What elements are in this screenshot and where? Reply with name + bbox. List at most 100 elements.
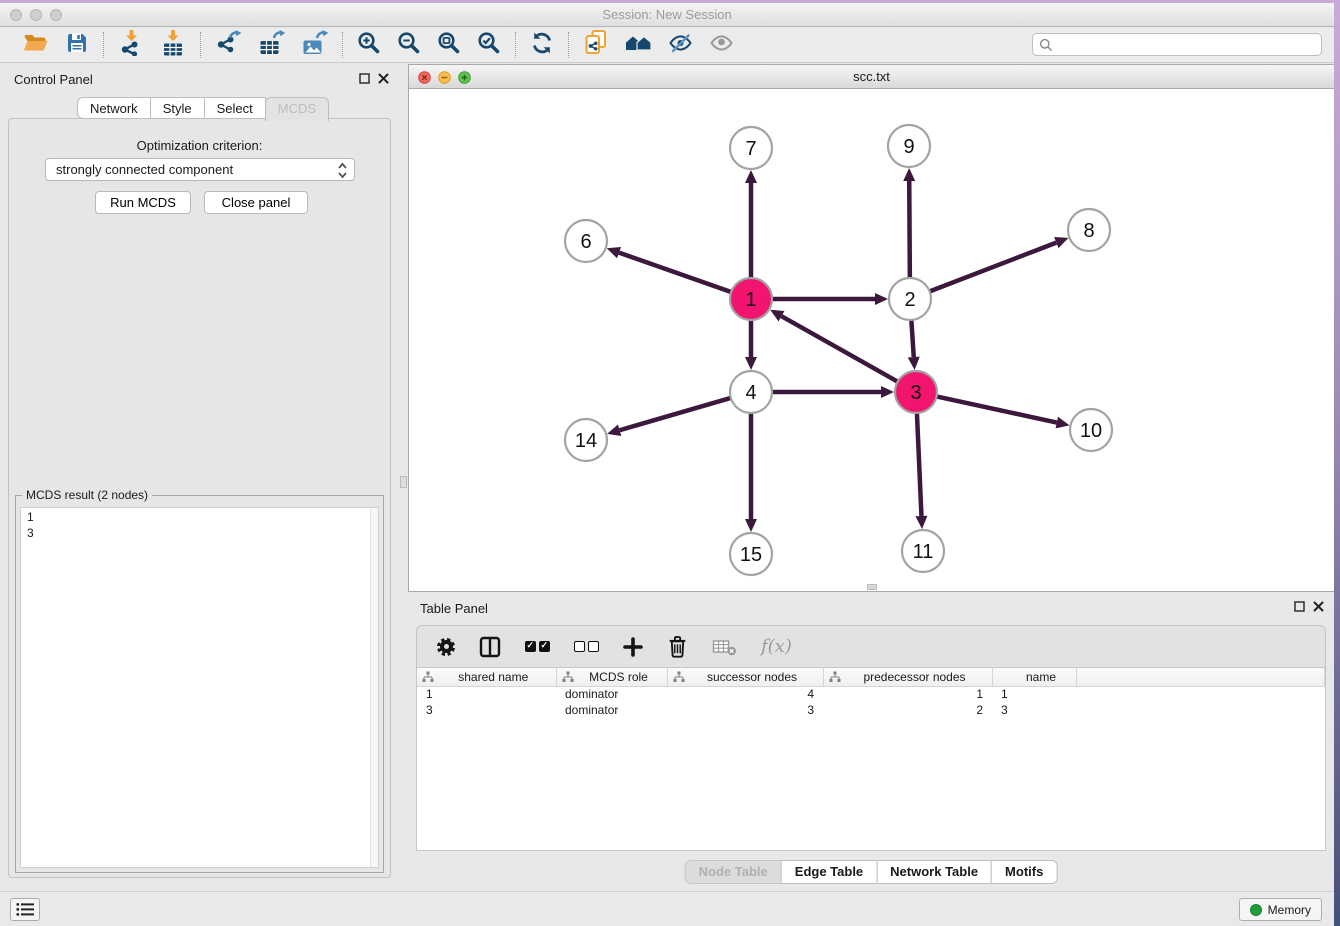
splitter-handle[interactable] — [400, 476, 407, 488]
close-window-button[interactable] — [10, 9, 22, 21]
graph-node-6[interactable]: 6 — [565, 220, 607, 262]
close-table-panel-icon[interactable] — [1313, 601, 1324, 612]
cell[interactable]: 1 — [823, 686, 992, 702]
deselect-all-button[interactable] — [574, 641, 599, 652]
graph-edge-3-11[interactable] — [917, 410, 922, 516]
graph-node-2[interactable]: 2 — [889, 278, 931, 320]
export-image-button[interactable] — [301, 30, 328, 61]
graph-node-11[interactable]: 11 — [902, 530, 944, 572]
tab-motifs[interactable]: Motifs — [991, 860, 1057, 884]
column-header-name[interactable]: name — [992, 668, 1076, 686]
search-input[interactable] — [1032, 33, 1322, 56]
optimization-criterion-select[interactable]: strongly connected component — [45, 158, 355, 181]
save-session-button[interactable] — [65, 31, 89, 60]
function-builder-button[interactable]: f(x) — [761, 636, 792, 657]
cell[interactable]: 3 — [417, 702, 556, 718]
graph-edge-2-8[interactable] — [927, 243, 1057, 293]
add-row-button[interactable] — [623, 637, 643, 657]
memory-button[interactable]: Memory — [1239, 898, 1322, 921]
export-image-icon — [301, 30, 328, 61]
canvas-resize-handle[interactable] — [867, 584, 877, 590]
column-header-mcds-role[interactable]: MCDS role — [556, 668, 667, 686]
graph-edge-1-6[interactable] — [619, 253, 734, 293]
minimize-network-button[interactable] — [438, 71, 451, 84]
close-panel-icon[interactable] — [378, 73, 389, 84]
first-neighbors-button[interactable] — [625, 31, 652, 60]
column-header-shared-name[interactable]: shared name — [417, 668, 556, 686]
export-network-button[interactable] — [215, 30, 242, 61]
zoom-selected-icon — [477, 31, 501, 60]
list-icon — [16, 902, 35, 917]
tab-select[interactable]: Select — [204, 97, 266, 119]
float-table-panel-icon[interactable] — [1294, 601, 1305, 612]
tab-style[interactable]: Style — [150, 97, 205, 119]
optimization-criterion-label: Optimization criterion: — [9, 138, 390, 153]
tab-network[interactable]: Network — [77, 97, 151, 119]
table-row[interactable]: 1dominator411 — [417, 686, 1325, 702]
graph-node-1[interactable]: 1 — [730, 278, 772, 320]
cell[interactable]: dominator — [556, 686, 667, 702]
node-label: 10 — [1080, 420, 1102, 442]
column-header-successor-nodes[interactable]: successor nodes — [667, 668, 823, 686]
cell[interactable]: 4 — [667, 686, 823, 702]
zoom-fit-button[interactable] — [437, 31, 461, 60]
graph-node-14[interactable]: 14 — [565, 419, 607, 461]
tab-node-table[interactable]: Node Table — [685, 860, 782, 884]
run-mcds-button[interactable]: Run MCDS — [95, 191, 191, 214]
result-scrollbar[interactable] — [370, 508, 378, 867]
zoom-network-button[interactable] — [458, 71, 471, 84]
column-header-predecessor-nodes[interactable]: predecessor nodes — [823, 668, 992, 686]
panel-splitter[interactable] — [399, 64, 408, 891]
float-panel-icon[interactable] — [359, 73, 370, 84]
tab-edge-table[interactable]: Edge Table — [781, 860, 877, 884]
graph-edge-3-1[interactable] — [781, 316, 900, 383]
graph-node-9[interactable]: 9 — [888, 125, 930, 167]
open-session-button[interactable] — [22, 31, 49, 60]
zoom-window-button[interactable] — [50, 9, 62, 21]
delete-row-button[interactable] — [667, 635, 688, 658]
task-history-button[interactable] — [10, 898, 40, 921]
mcds-result-area[interactable]: 1 3 — [20, 507, 379, 868]
show-all-button[interactable] — [709, 31, 734, 60]
cell[interactable]: 3 — [667, 702, 823, 718]
close-network-button[interactable] — [418, 71, 431, 84]
main-toolbar — [0, 28, 1334, 63]
graph-node-7[interactable]: 7 — [730, 127, 772, 169]
graph-edge-2-3[interactable] — [911, 317, 914, 357]
minimize-window-button[interactable] — [30, 9, 42, 21]
zoom-selected-button[interactable] — [477, 31, 501, 60]
graph-node-15[interactable]: 15 — [730, 533, 772, 575]
graph-edge-4-14[interactable] — [620, 397, 734, 430]
zoom-in-button[interactable] — [357, 31, 381, 60]
table-settings-button[interactable] — [437, 638, 455, 656]
cell[interactable]: dominator — [556, 702, 667, 718]
show-columns-button[interactable] — [479, 636, 501, 658]
cell[interactable]: 1 — [992, 686, 1076, 702]
import-network-button[interactable] — [118, 29, 144, 61]
copy-view-button[interactable] — [583, 29, 609, 61]
import-table-button[interactable] — [160, 29, 186, 61]
cell[interactable]: 3 — [992, 702, 1076, 718]
cell[interactable]: 1 — [417, 686, 556, 702]
network-canvas[interactable]: 7 9 6 8 1 2 4 3 14 10 15 11 — [409, 90, 1334, 591]
delete-table-button[interactable] — [712, 638, 737, 656]
graph-node-10[interactable]: 10 — [1070, 409, 1112, 451]
select-all-button[interactable] — [525, 641, 550, 652]
graph-edge-2-9[interactable] — [909, 181, 910, 281]
refresh-view-button[interactable] — [530, 31, 554, 60]
graph-edge-3-10[interactable] — [934, 396, 1057, 423]
graph-node-4[interactable]: 4 — [730, 371, 772, 413]
cell[interactable]: 2 — [823, 702, 992, 718]
graph-node-8[interactable]: 8 — [1068, 209, 1110, 251]
graph-node-3[interactable]: 3 — [895, 371, 937, 413]
tab-mcds[interactable]: MCDS — [265, 97, 329, 121]
zoom-out-button[interactable] — [397, 31, 421, 60]
hide-selected-button[interactable] — [668, 31, 693, 60]
table-row[interactable]: 3dominator323 — [417, 702, 1325, 718]
export-table-button[interactable] — [258, 30, 285, 61]
cell-filler — [1076, 702, 1325, 718]
trash-icon — [667, 635, 688, 658]
tab-network-table[interactable]: Network Table — [876, 860, 992, 884]
close-panel-button[interactable]: Close panel — [204, 191, 308, 214]
network-window-titlebar[interactable]: scc.txt — [409, 65, 1334, 89]
